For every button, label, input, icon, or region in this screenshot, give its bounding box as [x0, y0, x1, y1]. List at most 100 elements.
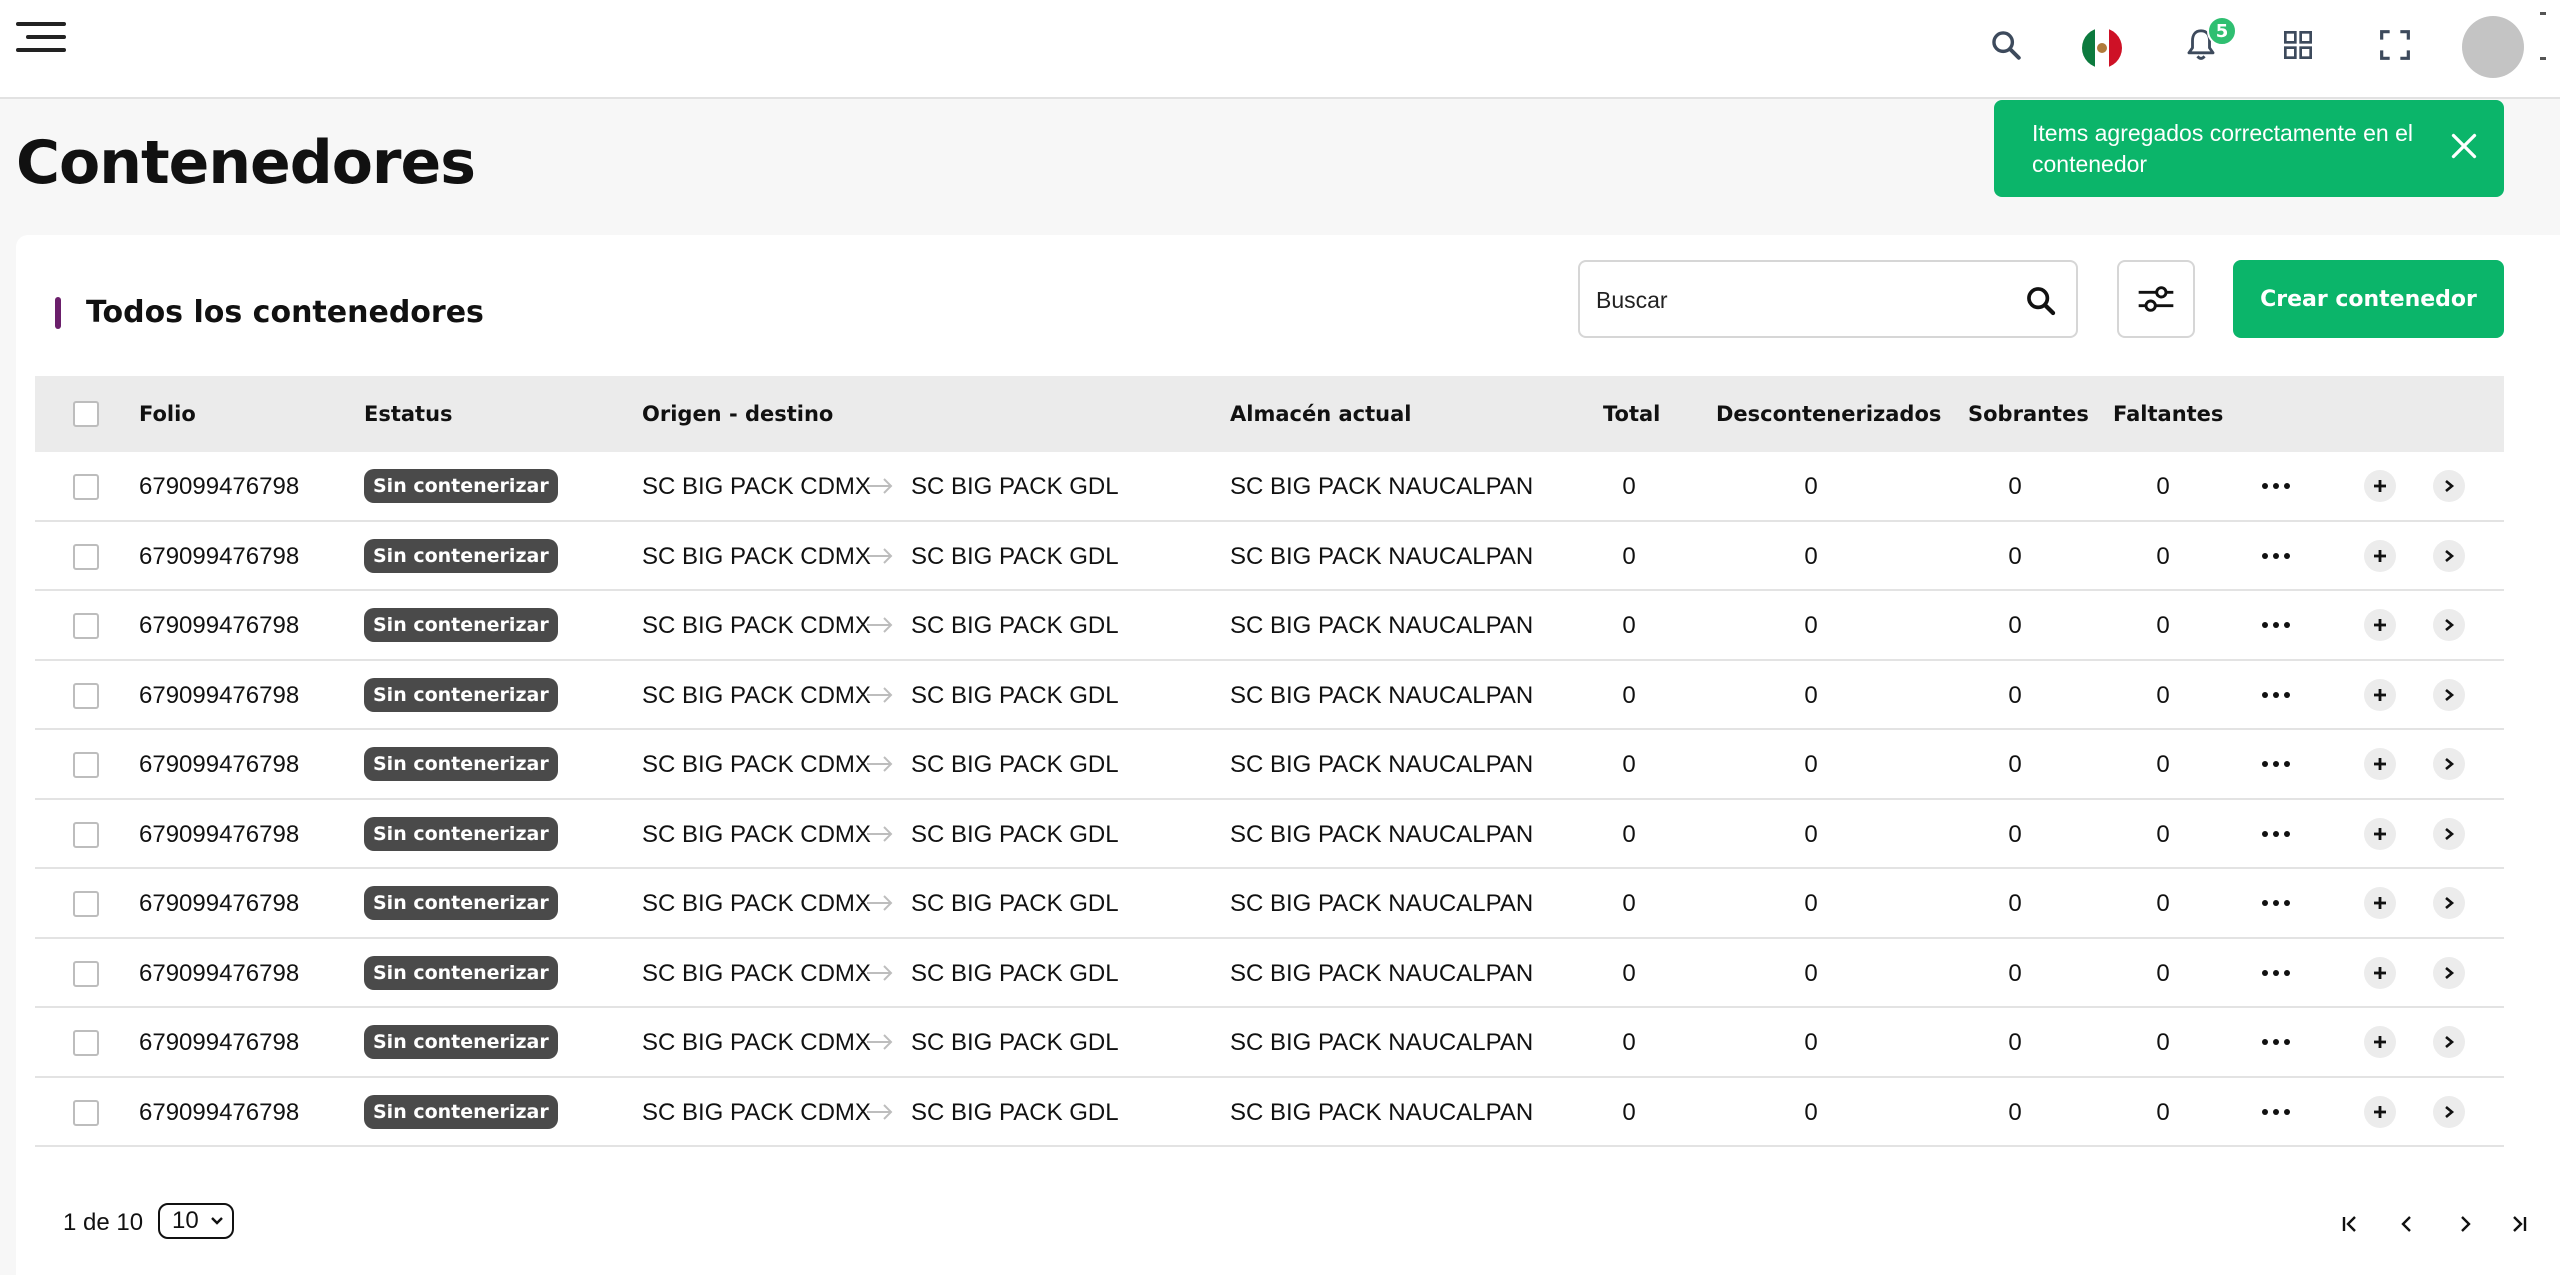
total-cell: 0	[1622, 473, 1636, 500]
menu-icon[interactable]	[16, 22, 66, 52]
add-item-button[interactable]	[2364, 748, 2396, 780]
more-options-icon[interactable]	[2260, 963, 2292, 983]
mexico-flag-icon[interactable]	[2082, 28, 2122, 68]
row-checkbox[interactable]	[73, 613, 99, 639]
column-header-decontainerized[interactable]: Descontenerizados	[1716, 402, 1941, 426]
column-header-missing[interactable]: Faltantes	[2113, 402, 2223, 426]
filter-button[interactable]	[2117, 260, 2195, 338]
row-checkbox[interactable]	[73, 543, 99, 570]
chevron-down-icon	[211, 1217, 223, 1225]
add-item-button[interactable]	[2364, 817, 2396, 850]
row-detail-button[interactable]	[2433, 1026, 2465, 1058]
row-checkbox[interactable]	[73, 891, 99, 917]
more-options-icon[interactable]	[2260, 546, 2292, 566]
table-row[interactable]: 679099476798 Sin contenerizar SC BIG PACK …	[35, 522, 2504, 591]
row-detail-button[interactable]	[2433, 470, 2465, 502]
warehouse-cell: SC BIG PACK NAUCALPAN	[1230, 681, 1534, 709]
decontainerized-cell: 0	[1804, 890, 1818, 917]
row-checkbox[interactable]	[73, 682, 99, 709]
surplus-cell: 0	[2008, 681, 2022, 709]
decontainerized-cell: 0	[1804, 542, 1818, 570]
row-checkbox[interactable]	[73, 474, 99, 500]
add-item-button[interactable]	[2364, 678, 2396, 711]
first-page-icon[interactable]	[2336, 1210, 2364, 1238]
more-options-icon[interactable]	[2260, 754, 2292, 774]
origin-cell: SC BIG PACK CDMX	[642, 820, 871, 848]
status-badge: Sin contenerizar	[364, 816, 558, 851]
row-checkbox[interactable]	[73, 960, 99, 987]
surplus-cell: 0	[2008, 612, 2022, 639]
add-item-button[interactable]	[2364, 887, 2396, 919]
more-options-icon[interactable]	[2260, 824, 2292, 844]
row-checkbox[interactable]	[73, 1099, 99, 1126]
row-detail-button[interactable]	[2433, 956, 2465, 989]
apps-grid-icon[interactable]	[2275, 22, 2321, 68]
table-row[interactable]: 679099476798 Sin contenerizar SC BIG PACK …	[35, 1078, 2504, 1147]
table-row[interactable]: 679099476798 Sin contenerizar SC BIG PACK …	[35, 730, 2504, 800]
fullscreen-icon[interactable]	[2372, 22, 2418, 68]
table-row[interactable]: 679099476798 Sin contenerizar SC BIG PACK …	[35, 939, 2504, 1008]
add-item-button[interactable]	[2364, 470, 2396, 502]
add-item-button[interactable]	[2364, 956, 2396, 989]
missing-cell: 0	[2156, 820, 2170, 848]
column-header-origin-destination[interactable]: Origen - destino	[642, 402, 833, 426]
folio-cell: 679099476798	[139, 681, 300, 709]
table-row[interactable]: 679099476798 Sin contenerizar SC BIG PACK …	[35, 1008, 2504, 1078]
plus-icon	[2374, 827, 2386, 840]
surplus-cell: 0	[2008, 473, 2022, 500]
add-item-button[interactable]	[2364, 609, 2396, 641]
column-header-status[interactable]: Estatus	[364, 402, 453, 426]
arrow-right-icon	[867, 756, 893, 772]
row-checkbox[interactable]	[73, 752, 99, 778]
last-page-icon[interactable]	[2505, 1210, 2533, 1238]
search-icon[interactable]	[2024, 284, 2058, 318]
arrow-right-icon	[867, 964, 893, 981]
table-row[interactable]: 679099476798 Sin contenerizar SC BIG PACK …	[35, 452, 2504, 522]
column-header-surplus[interactable]: Sobrantes	[1968, 402, 2089, 426]
table-row[interactable]: 679099476798 Sin contenerizar SC BIG PACK …	[35, 869, 2504, 939]
more-options-icon[interactable]	[2260, 1032, 2292, 1052]
row-detail-button[interactable]	[2433, 887, 2465, 919]
row-detail-button[interactable]	[2433, 539, 2465, 572]
more-options-icon[interactable]	[2260, 893, 2292, 913]
total-cell: 0	[1622, 542, 1636, 570]
close-icon[interactable]	[2446, 128, 2482, 164]
column-header-current-warehouse[interactable]: Almacén actual	[1230, 402, 1411, 426]
more-options-icon[interactable]	[2260, 1102, 2292, 1122]
column-header-total[interactable]: Total	[1603, 402, 1660, 426]
search-input[interactable]	[1596, 280, 1996, 320]
decontainerized-cell: 0	[1804, 1098, 1818, 1126]
table-row[interactable]: 679099476798 Sin contenerizar SC BIG PACK …	[35, 591, 2504, 661]
row-checkbox[interactable]	[73, 1030, 99, 1056]
notification-badge: 5	[2207, 16, 2237, 46]
table-row[interactable]: 679099476798 Sin contenerizar SC BIG PACK …	[35, 661, 2504, 730]
next-page-icon[interactable]	[2451, 1210, 2479, 1238]
add-item-button[interactable]	[2364, 539, 2396, 572]
add-item-button[interactable]	[2364, 1095, 2396, 1128]
row-detail-button[interactable]	[2433, 609, 2465, 641]
table-row[interactable]: 679099476798 Sin contenerizar SC BIG PACK …	[35, 800, 2504, 869]
more-options-icon[interactable]	[2260, 615, 2292, 635]
row-detail-button[interactable]	[2433, 748, 2465, 780]
plus-icon	[2374, 619, 2386, 631]
create-container-button[interactable]: Crear contenedor	[2233, 260, 2504, 338]
origin-cell: SC BIG PACK CDMX	[642, 542, 871, 570]
add-item-button[interactable]	[2364, 1026, 2396, 1058]
select-all-checkbox[interactable]	[73, 401, 99, 427]
arrow-right-icon	[867, 617, 893, 633]
row-detail-button[interactable]	[2433, 1095, 2465, 1128]
column-header-folio[interactable]: Folio	[139, 402, 196, 426]
row-detail-button[interactable]	[2433, 678, 2465, 711]
search-icon[interactable]	[1983, 22, 2029, 68]
origin-cell: SC BIG PACK CDMX	[642, 751, 871, 778]
success-toast: Items agregados correctamente en el cont…	[1994, 100, 2504, 197]
plus-icon	[2374, 897, 2386, 909]
chevron-right-icon	[2445, 1036, 2455, 1048]
avatar[interactable]	[2462, 16, 2524, 78]
row-checkbox[interactable]	[73, 821, 99, 848]
page-size-select[interactable]: 10	[158, 1203, 234, 1239]
row-detail-button[interactable]	[2433, 817, 2465, 850]
more-options-icon[interactable]	[2260, 476, 2292, 496]
previous-page-icon[interactable]	[2393, 1210, 2421, 1238]
more-options-icon[interactable]	[2260, 685, 2292, 705]
